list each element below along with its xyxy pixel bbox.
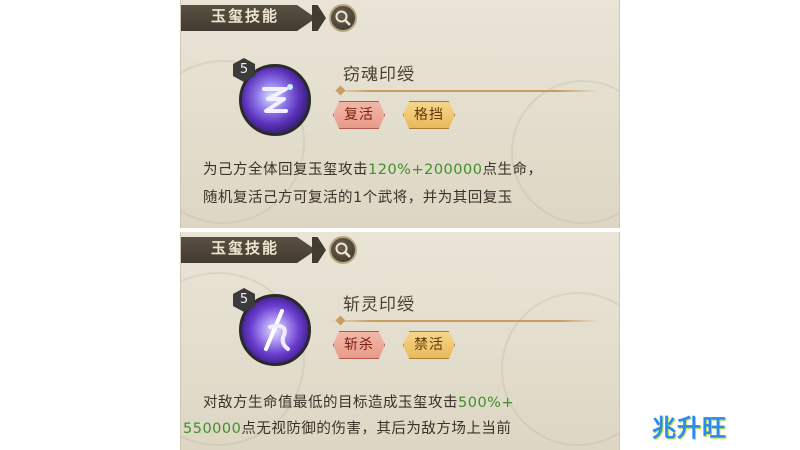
magnifier-icon[interactable]: [329, 4, 357, 32]
skill-name: 窃魂印绶: [343, 65, 415, 85]
desc-highlight-value: 120%+200000: [368, 162, 483, 178]
skill-icon-container[interactable]: 5: [233, 288, 317, 372]
desc-text: 为己方全体回复玉玺攻击: [203, 162, 368, 178]
name-divider: [331, 90, 599, 92]
desc-highlight-value: 550000: [183, 421, 242, 437]
magnifier-icon[interactable]: [329, 236, 357, 264]
skill-description-line-2: 550000点无视防御的伤害，其后为敌方场上当前: [183, 416, 603, 442]
desc-text: 点生命，: [482, 162, 543, 178]
tag-revive: 复活: [333, 101, 385, 129]
tag-block: 格挡: [403, 101, 455, 129]
desc-highlight-value: 500%+: [458, 395, 515, 411]
tag-execute: 斩杀: [333, 331, 385, 359]
desc-text: 点无视防御的伤害，其后为敌方场上当前: [241, 421, 512, 437]
section-title: 玉玺技能: [211, 239, 280, 257]
tag-forbid-revive: 禁活: [403, 331, 455, 359]
skill-panel-2: 玉玺技能 5 斩灵印绶 斩杀 禁活 对敌方生命值最低的目标造成玉玺攻击500%+…: [180, 232, 620, 450]
skill-description-line-1: 为己方全体回复玉玺攻击120%+200000点生命，: [203, 157, 619, 183]
skill-name: 斩灵印绶: [343, 295, 415, 315]
watermark-logo: 兆升旺: [652, 414, 727, 442]
skill-panel-1: 玉玺技能 5 窃魂印绶 复活 格挡 为己方全体回复玉玺攻击120%+200000…: [180, 0, 620, 228]
name-divider: [331, 320, 599, 322]
skill-description-line-1: 对敌方生命值最低的目标造成玉玺攻击500%+: [203, 390, 619, 416]
skill-description-line-2: 随机复活己方可复活的1个武将，并为其回复玉: [203, 190, 513, 206]
header-arrow: [312, 5, 326, 31]
desc-text: 对敌方生命值最低的目标造成玉玺攻击: [203, 395, 458, 411]
header-arrow: [312, 237, 326, 263]
section-title: 玉玺技能: [211, 7, 280, 25]
skill-icon-container[interactable]: 5: [233, 58, 317, 142]
